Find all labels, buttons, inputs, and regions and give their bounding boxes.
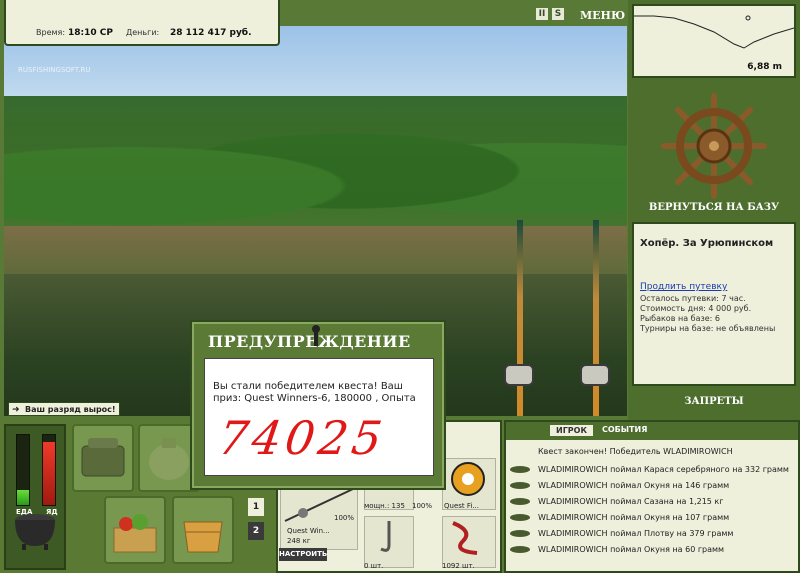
fish-icon [510,466,530,473]
event-item: WLADIMIROWICH поймал Плотву на 379 грамм [506,525,798,542]
event-text: WLADIMIROWICH поймал Карася серебряного … [538,465,789,474]
event-text: WLADIMIROWICH поймал Окуня на 146 грамм [538,481,730,490]
tune-button[interactable]: НАСТРОИТЬ [279,548,327,561]
fishing-rod-1[interactable] [517,220,523,416]
experience-amount: 74025 [215,411,390,465]
bait-count: 1092 шт. [442,562,475,570]
fish-icon [510,482,530,489]
rod-weight: 248 кг [287,537,311,545]
time-label: Время: [36,28,66,37]
event-item: WLADIMIROWICH поймал Окуня на 60 грамм [506,541,798,558]
event-item: WLADIMIROWICH поймал Карася серебряного … [506,461,798,478]
bans-button[interactable]: ЗАПРЕТЫ [632,396,796,407]
river-bank [4,226,627,276]
event-text: Квест закончен! Победитель WLADIMIROWICH [538,447,733,456]
rank-notice[interactable]: ➜ Ваш разряд вырос! [8,402,120,416]
sound-button[interactable]: S [552,8,564,20]
fish-icon [510,514,530,521]
base-title: Хопёр. За Урюпинском [640,238,774,249]
poison-gauge [42,434,56,506]
cooking-pot-icon[interactable] [12,510,58,550]
rod-condition: 100% [334,514,355,522]
reel-1-icon[interactable] [504,364,534,386]
rank-text: Ваш разряд вырос! [25,405,116,414]
ship-wheel-icon[interactable] [660,92,768,200]
site-logo: RUSFISHINGSOFT.RU [18,66,91,74]
event-item: WLADIMIROWICH поймал Сазана на 1,215 кг [506,493,798,510]
event-text: WLADIMIROWICH поймал Окуня на 60 грамм [538,545,725,554]
bait-slot[interactable] [442,516,496,568]
dialog-message: Вы стали победителем квеста! Ваш приз: Q… [213,381,416,404]
fish-icon [510,546,530,553]
line-name: Quest Fi... [444,502,480,510]
poison-gauge-fill [43,442,55,505]
event-text: WLADIMIROWICH поймал Плотву на 379 грамм [538,529,734,538]
base-info-panel: Хопёр. За Урюпинском Продлить путевку Ос… [632,222,796,386]
inventory-slot-bag[interactable] [72,424,134,492]
inventory-slot-basket[interactable] [104,496,166,564]
tournaments-status: Турниры на базе: не объявлены [640,324,776,333]
food-basket-icon [113,514,157,553]
reel-2-icon[interactable] [580,364,610,386]
top-buttons: II S [536,8,564,20]
money-value: 28 112 417 руб. [170,28,252,38]
bucket-icon [183,521,223,553]
menu-button[interactable]: МЕНЮ [580,9,625,22]
food-gauge-fill [17,489,29,505]
warning-dialog[interactable]: ПРЕДУПРЕЖДЕНИЕ Вы стали победителем квес… [190,320,446,490]
event-text: WLADIMIROWICH поймал Сазана на 1,215 кг [538,497,724,506]
fish-icon [510,498,530,505]
event-text: WLADIMIROWICH поймал Окуня на 107 грамм [538,513,730,522]
depth-value: 6,88 m [747,62,782,72]
day-cost: Стоимость дня: 4 000 руб. [640,304,752,313]
event-item: Квест закончен! Победитель WLADIMIROWICH [506,443,798,460]
info-bar: Время: 18:10 СР Деньги: 28 112 417 руб. [4,0,280,46]
fishing-rod-2[interactable] [593,220,599,416]
hook-count: 0 шт. [364,562,384,570]
reel-condition: 100% [412,502,433,510]
arrow-right-icon: ➜ [12,405,20,415]
event-item: WLADIMIROWICH поймал Окуня на 107 грамм [506,509,798,526]
hook-icon [380,521,391,552]
permit-remaining: Осталось путевки: 7 час. [640,294,746,303]
time-value: 18:10 СР [68,28,113,38]
event-item: WLADIMIROWICH поймал Окуня на 146 грамм [506,477,798,494]
pause-button[interactable]: II [536,8,548,20]
pin-icon [312,325,320,346]
events-tabs: ИГРОК СОБЫТИЯ [506,422,798,440]
return-to-base-button[interactable]: ВЕРНУТЬСЯ НА БАЗУ [632,202,796,213]
extend-permit-link[interactable]: Продлить путевку [640,282,727,292]
rod-name: Quest Win... [287,527,330,535]
forest [4,96,627,246]
depth-map: 6,88 m [632,4,796,78]
tab-player[interactable]: ИГРОК [550,425,593,436]
slot-page-1[interactable]: 1 [248,498,264,516]
slot-page-2[interactable]: 2 [248,522,264,540]
tackle-bag-icon [81,438,125,477]
hook-slot[interactable] [364,516,414,568]
worm-bait-icon [452,521,478,555]
dialog-body: Вы стали победителем квеста! Ваш приз: Q… [204,358,434,476]
money-label: Деньги: [126,28,160,37]
fishing-line-spool-icon [451,462,485,496]
reel-power: мощн.: 135 [364,502,405,510]
anglers-count: Рыбаков на базе: 6 [640,314,720,323]
food-gauge [16,434,30,506]
tab-events[interactable]: СОБЫТИЯ [602,425,647,434]
game-screen: RUSFISHINGSOFT.RU Время: 18:10 СР Деньги… [0,0,800,573]
fish-icon [510,530,530,537]
inventory-slot-bucket[interactable] [172,496,234,564]
